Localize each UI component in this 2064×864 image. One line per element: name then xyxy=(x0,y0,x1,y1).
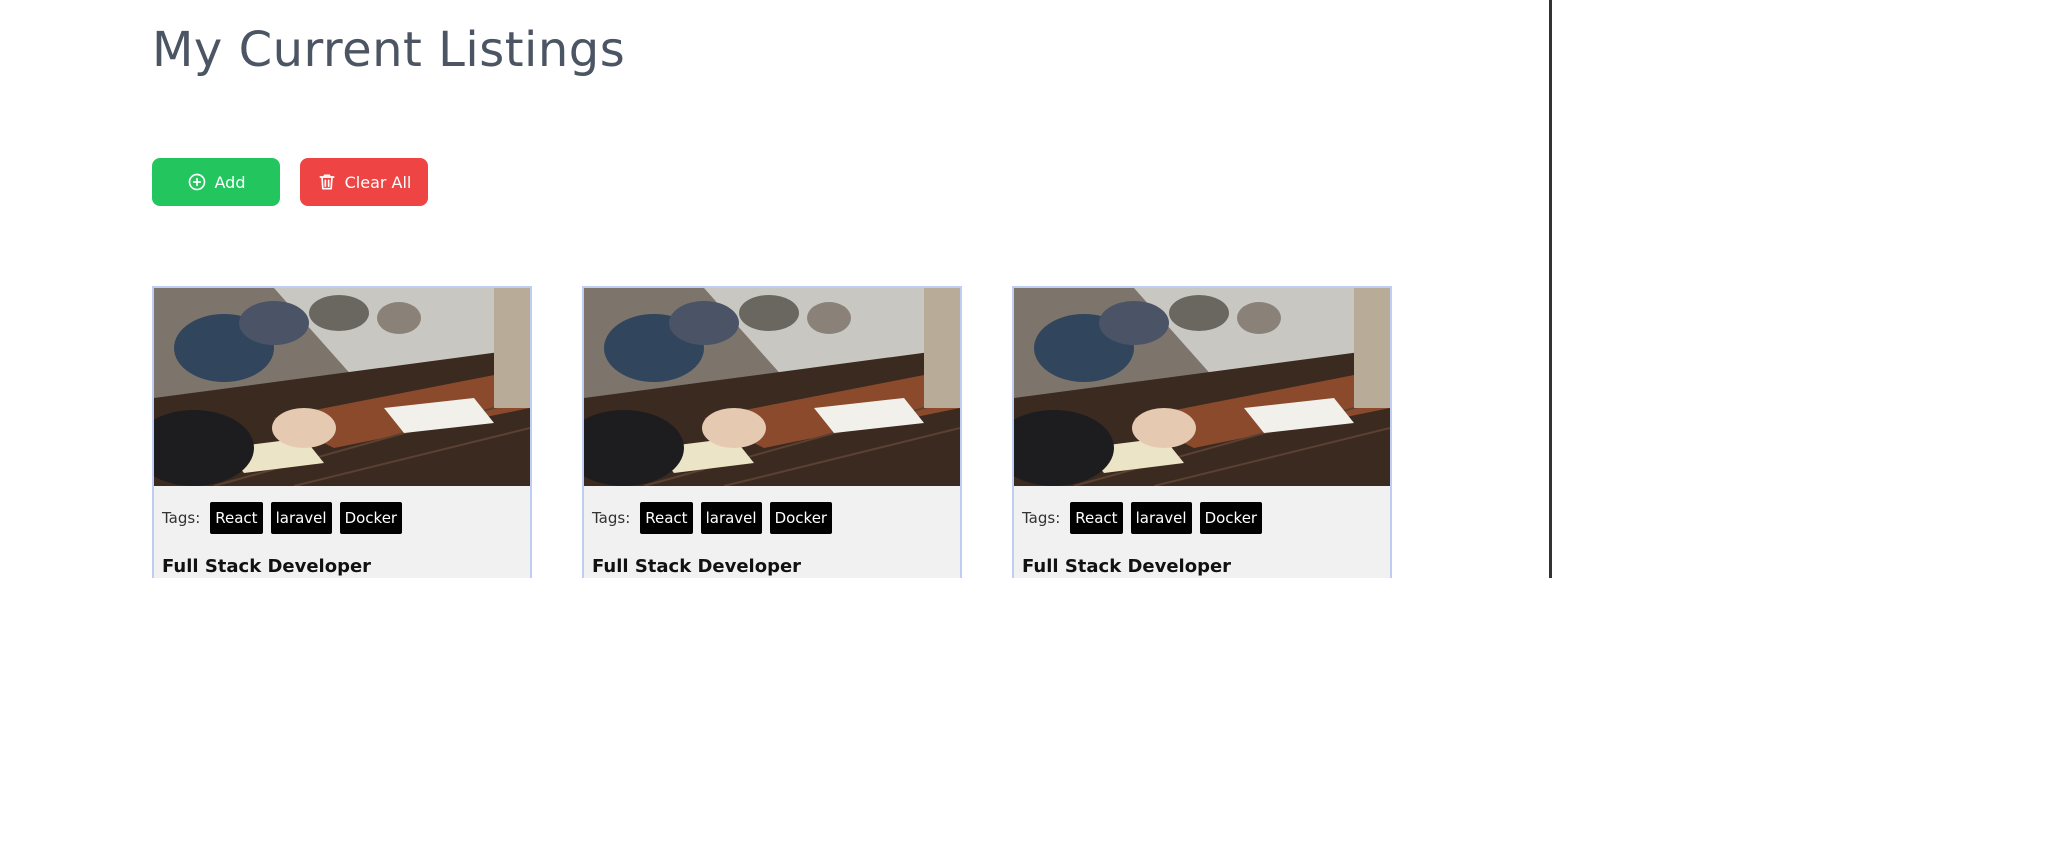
tags-label: Tags: xyxy=(162,509,201,527)
listing-card[interactable]: Tags: React laravel Docker Full Stack De… xyxy=(582,286,962,578)
tag[interactable]: laravel xyxy=(700,502,762,534)
clear-all-button[interactable]: Clear All xyxy=(300,158,428,206)
listing-title[interactable]: Full Stack Developer xyxy=(1022,556,1231,577)
tags-label: Tags: xyxy=(1022,509,1061,527)
tags-row: Tags: React laravel Docker xyxy=(1022,502,1263,534)
plus-circle-icon xyxy=(187,172,207,192)
tag[interactable]: Docker xyxy=(769,502,833,534)
clear-all-button-label: Clear All xyxy=(344,172,412,192)
tag[interactable]: React xyxy=(210,502,263,534)
listing-image xyxy=(584,288,960,486)
trash-icon xyxy=(317,172,337,192)
viewport: My Current Listings Add Clear All Tags: … xyxy=(0,0,1552,578)
tag[interactable]: Docker xyxy=(1199,502,1263,534)
tags-row: Tags: React laravel Docker xyxy=(162,502,403,534)
tags-row: Tags: React laravel Docker xyxy=(592,502,833,534)
listing-card[interactable]: Tags: React laravel Docker Full Stack De… xyxy=(152,286,532,578)
tag[interactable]: React xyxy=(1070,502,1123,534)
window-divider xyxy=(1549,0,1552,578)
listing-card[interactable]: Tags: React laravel Docker Full Stack De… xyxy=(1012,286,1392,578)
add-button-label: Add xyxy=(214,172,246,192)
tag[interactable]: React xyxy=(640,502,693,534)
tags-label: Tags: xyxy=(592,509,631,527)
listing-title[interactable]: Full Stack Developer xyxy=(592,556,801,577)
listing-title[interactable]: Full Stack Developer xyxy=(162,556,371,577)
page-title: My Current Listings xyxy=(152,22,626,78)
listing-image xyxy=(1014,288,1390,486)
listing-image xyxy=(154,288,530,486)
tag[interactable]: Docker xyxy=(339,502,403,534)
tag[interactable]: laravel xyxy=(1130,502,1192,534)
add-button[interactable]: Add xyxy=(152,158,280,206)
tag[interactable]: laravel xyxy=(270,502,332,534)
